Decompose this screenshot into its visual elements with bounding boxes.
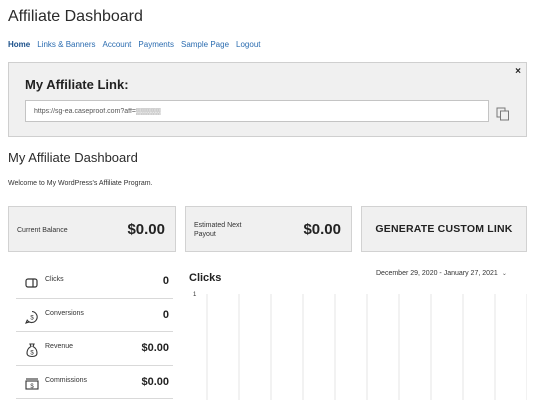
affiliate-link-heading: My Affiliate Link:: [25, 77, 129, 92]
chart-title: Clicks: [189, 272, 222, 284]
clicks-chart: 1: [193, 292, 527, 400]
stat-value: $0.00: [141, 375, 169, 388]
date-range-label: December 29, 2020 - January 27, 2021: [376, 270, 498, 277]
stat-row-revenue: $ Revenue $0.00: [16, 332, 173, 366]
y-tick-label: 1: [193, 292, 197, 298]
generate-custom-link-button[interactable]: GENERATE CUSTOM LINK: [361, 206, 527, 252]
affiliate-link-input[interactable]: [25, 100, 489, 122]
chevron-down-icon: ⌄: [501, 271, 507, 277]
stat-value: 0: [162, 275, 169, 287]
commissions-icon: $: [25, 377, 39, 389]
current-balance-value: $0.00: [127, 221, 165, 238]
nav-home[interactable]: Home: [8, 40, 30, 49]
main-nav: Home Links & Banners Account Payments Sa…: [8, 40, 260, 49]
clicks-icon: [25, 278, 38, 288]
nav-account[interactable]: Account: [103, 40, 132, 49]
nav-sample-page[interactable]: Sample Page: [181, 40, 229, 49]
stat-value: 0: [162, 308, 169, 321]
stat-row-conversions: $ Conversions 0: [16, 299, 173, 332]
current-balance-card: Current Balance $0.00: [8, 206, 176, 252]
svg-text:$: $: [30, 315, 34, 321]
welcome-text: Welcome to My WordPress's Affiliate Prog…: [8, 180, 153, 187]
nav-links-banners[interactable]: Links & Banners: [37, 40, 95, 49]
copy-icon[interactable]: [496, 107, 510, 121]
stats-list: Clicks 0 $ Conversions 0 $ Revenue $0.00…: [16, 265, 173, 399]
next-payout-label: Estimated Next Payout: [194, 222, 242, 238]
next-payout-card: Estimated Next Payout $0.00: [185, 206, 352, 252]
stat-label: Revenue: [45, 343, 74, 350]
next-payout-value: $0.00: [303, 221, 341, 238]
svg-text:$: $: [30, 351, 34, 357]
stat-label: Conversions: [45, 309, 84, 317]
close-icon[interactable]: ×: [515, 66, 521, 77]
date-range-picker[interactable]: December 29, 2020 - January 27, 2021 ⌄: [376, 270, 507, 277]
affiliate-link-box: × My Affiliate Link:: [8, 62, 527, 137]
page-title: Affiliate Dashboard: [8, 8, 143, 25]
current-balance-label: Current Balance: [17, 227, 68, 234]
stat-row-commissions: $ Commissions $0.00: [16, 366, 173, 399]
nav-payments[interactable]: Payments: [138, 40, 174, 49]
conversions-icon: $: [25, 310, 38, 324]
revenue-icon: $: [26, 343, 38, 358]
stat-row-clicks: Clicks 0: [16, 265, 173, 299]
generate-custom-link-label: GENERATE CUSTOM LINK: [375, 223, 513, 235]
stat-label: Clicks: [45, 276, 64, 283]
stat-label: Commissions: [45, 376, 88, 384]
stat-value: $0.00: [141, 342, 169, 354]
dashboard-title: My Affiliate Dashboard: [8, 150, 138, 165]
nav-logout[interactable]: Logout: [236, 40, 260, 49]
